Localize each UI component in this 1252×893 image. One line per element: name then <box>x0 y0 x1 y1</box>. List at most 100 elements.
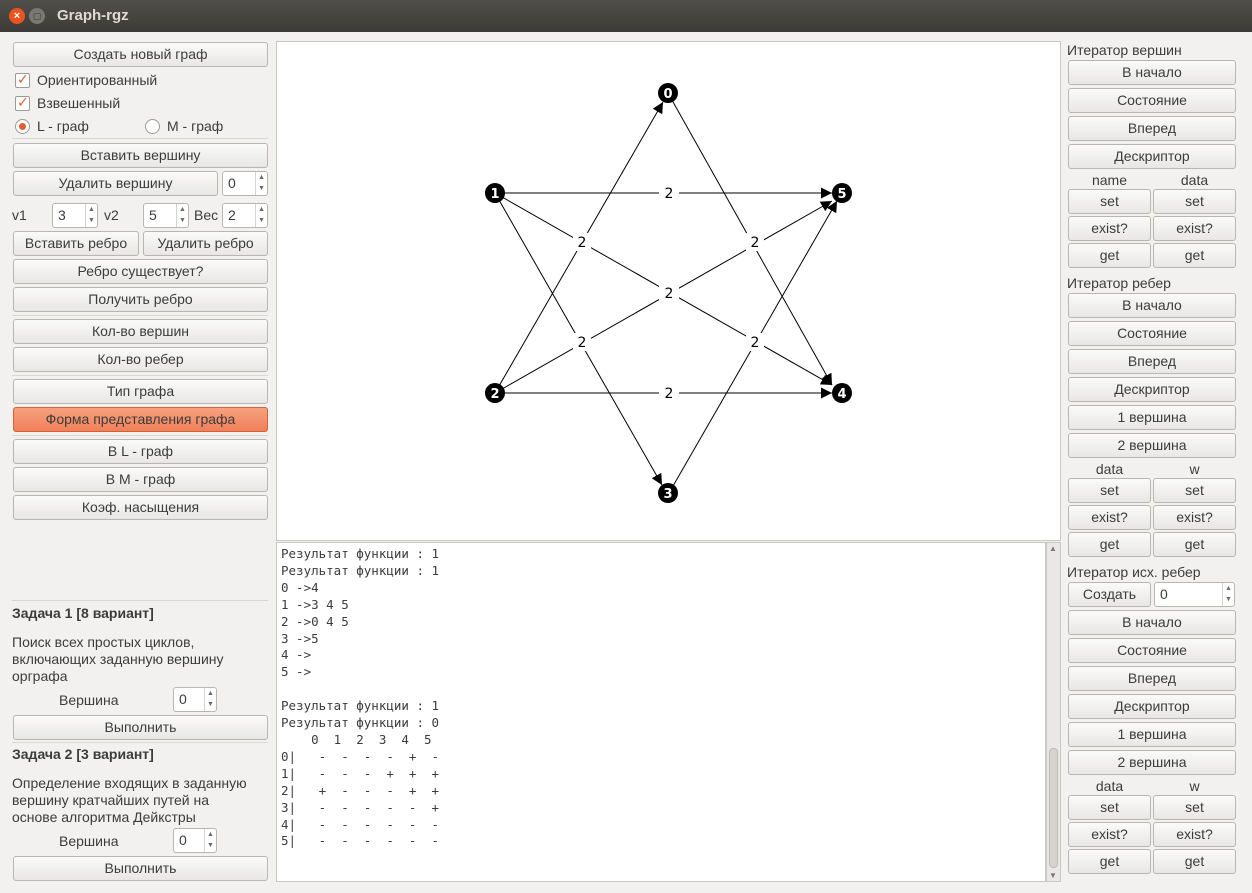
out-edge-create-spinbox[interactable]: 0 ▲ ▼ <box>1154 582 1235 607</box>
console-line: 3 ->5 <box>281 630 319 646</box>
v2-spinbox[interactable]: 5 ▲ ▼ <box>143 203 189 228</box>
scrollbar-thumb[interactable] <box>1049 748 1058 868</box>
edge-weight-label: 2 <box>665 386 674 402</box>
vertex-iter-forward-button[interactable]: Вперед <box>1068 116 1236 141</box>
output-console[interactable]: Результат функции : 1 Результат функции :… <box>276 542 1046 882</box>
v1-spinbox[interactable]: 3 ▲ ▼ <box>52 203 98 228</box>
delete-vertex-button[interactable]: Удалить вершину <box>13 171 218 196</box>
vertex-name-get-button[interactable]: get <box>1068 243 1151 268</box>
weighted-checkbox[interactable] <box>15 94 30 111</box>
directed-checkbox[interactable] <box>15 71 30 88</box>
task1-run-button[interactable]: Выполнить <box>13 715 268 740</box>
task2-vertex-spinbox[interactable]: 0 ▲ ▼ <box>173 828 217 853</box>
out-edge-data-column-label: data <box>1095 778 1124 794</box>
spin-arrows-icon[interactable]: ▲ ▼ <box>204 688 216 711</box>
out-edge-data-exist-button[interactable]: exist? <box>1068 822 1151 847</box>
edge-data-exist-button[interactable]: exist? <box>1068 505 1151 530</box>
delete-vertex-spinbox[interactable]: 0 ▲ ▼ <box>222 171 268 196</box>
out-edge-data-get-button[interactable]: get <box>1068 849 1151 874</box>
graph-canvas[interactable]: 2 2 2 2 2 2 2 0 1 2 3 4 5 <box>276 41 1061 541</box>
spin-arrows-icon[interactable]: ▲ ▼ <box>204 829 216 852</box>
close-window-button[interactable]: × <box>9 8 25 24</box>
task2-run-button[interactable]: Выполнить <box>13 856 268 881</box>
get-edge-button[interactable]: Получить ребро <box>13 287 268 312</box>
spin-arrows-icon[interactable]: ▲ ▼ <box>1222 583 1234 606</box>
task1-desc-line1: Поиск всех простых циклов, <box>12 634 195 650</box>
console-line: 2| + - - - + + <box>281 782 440 798</box>
delete-edge-button[interactable]: Удалить ребро <box>143 231 268 256</box>
separator <box>12 138 268 139</box>
vertex-iter-state-button[interactable]: Состояние <box>1068 88 1236 113</box>
out-edge-iter-descriptor-button[interactable]: Дескриптор <box>1068 694 1236 719</box>
edge-weight-label: 2 <box>578 335 587 351</box>
graph-form-button[interactable]: Форма представления графа <box>13 407 268 432</box>
to-m-graph-button[interactable]: В M - граф <box>13 467 268 492</box>
edge-iter-descriptor-button[interactable]: Дескриптор <box>1068 377 1236 402</box>
weight-spinbox[interactable]: 2 ▲ ▼ <box>222 203 268 228</box>
edge-w-get-button[interactable]: get <box>1153 532 1236 557</box>
weight-value: 2 <box>228 207 236 223</box>
out-edge-iter-forward-button[interactable]: Вперед <box>1068 666 1236 691</box>
vertex-name-set-button[interactable]: set <box>1068 189 1151 214</box>
out-edge-create-button[interactable]: Создать <box>1068 582 1151 607</box>
edge-iter-forward-button[interactable]: Вперед <box>1068 349 1236 374</box>
edge-weight-label: 2 <box>751 335 760 351</box>
vertex-data-exist-button[interactable]: exist? <box>1153 216 1236 241</box>
edge-count-button[interactable]: Кол-во ребер <box>13 347 268 372</box>
edge-w-exist-button[interactable]: exist? <box>1153 505 1236 530</box>
console-line: 0| - - - - + - <box>281 748 440 764</box>
edge-iter-vertex1-button[interactable]: 1 вершина <box>1068 405 1236 430</box>
task1-vertex-spinbox[interactable]: 0 ▲ ▼ <box>173 687 217 712</box>
edge-data-set-button[interactable]: set <box>1068 478 1151 503</box>
spin-arrows-icon[interactable]: ▲ ▼ <box>255 172 267 195</box>
spin-arrows-icon[interactable]: ▲ ▼ <box>85 204 97 227</box>
edge-w-set-button[interactable]: set <box>1153 478 1236 503</box>
vertex-name-exist-button[interactable]: exist? <box>1068 216 1151 241</box>
edge-exists-button[interactable]: Ребро существует? <box>13 259 268 284</box>
vertex-iter-descriptor-button[interactable]: Дескриптор <box>1068 144 1236 169</box>
out-edge-w-exist-button[interactable]: exist? <box>1153 822 1236 847</box>
maximize-window-button[interactable]: ▢ <box>29 8 45 24</box>
spin-arrows-icon[interactable]: ▲ ▼ <box>255 204 267 227</box>
separator <box>12 600 268 601</box>
edge-weight-label: 2 <box>751 235 760 251</box>
vertex-data-column-label: data <box>1180 172 1209 188</box>
graph-type-button[interactable]: Тип графа <box>13 379 268 404</box>
out-edge-w-set-button[interactable]: set <box>1153 795 1236 820</box>
out-edge-iter-begin-button[interactable]: В начало <box>1068 610 1236 635</box>
task1-title: Задача 1 [8 вариант] <box>12 605 154 621</box>
l-graph-radio[interactable] <box>15 119 30 134</box>
out-edge-iter-vertex2-button[interactable]: 2 вершина <box>1068 750 1236 775</box>
edge-iter-state-button[interactable]: Состояние <box>1068 321 1236 346</box>
vertex-data-set-button[interactable]: set <box>1153 189 1236 214</box>
l-graph-label: L - граф <box>37 118 89 134</box>
separator <box>12 742 268 743</box>
create-graph-button[interactable]: Создать новый граф <box>13 42 268 67</box>
scroll-up-icon[interactable]: ▲ <box>1049 544 1057 553</box>
insert-vertex-button[interactable]: Вставить вершину <box>13 143 268 168</box>
out-edge-w-get-button[interactable]: get <box>1153 849 1236 874</box>
to-l-graph-button[interactable]: В L - граф <box>13 439 268 464</box>
out-edge-iter-state-button[interactable]: Состояние <box>1068 638 1236 663</box>
edge-iter-vertex2-button[interactable]: 2 вершина <box>1068 433 1236 458</box>
console-scrollbar[interactable]: ▲ ▼ <box>1046 542 1061 882</box>
spin-arrows-icon[interactable]: ▲ ▼ <box>176 204 188 227</box>
out-edge-iter-vertex1-button[interactable]: 1 вершина <box>1068 722 1236 747</box>
separator <box>12 315 268 316</box>
task1-vertex-value: 0 <box>179 691 187 707</box>
v2-label: v2 <box>104 207 119 223</box>
console-line: 4| - - - - - - <box>281 816 440 832</box>
m-graph-label: M - граф <box>167 118 224 134</box>
insert-edge-button[interactable]: Вставить ребро <box>13 231 139 256</box>
saturation-button[interactable]: Коэф. насыщения <box>13 495 268 520</box>
task2-desc-line2: вершину кратчайших путей на <box>12 792 210 808</box>
scroll-down-icon[interactable]: ▼ <box>1049 871 1057 880</box>
vertex-data-get-button[interactable]: get <box>1153 243 1236 268</box>
m-graph-radio[interactable] <box>145 119 160 134</box>
edge-data-get-button[interactable]: get <box>1068 532 1151 557</box>
out-edge-data-set-button[interactable]: set <box>1068 795 1151 820</box>
vertex-count-button[interactable]: Кол-во вершин <box>13 319 268 344</box>
edge-iter-begin-button[interactable]: В начало <box>1068 293 1236 318</box>
vertex-iter-begin-button[interactable]: В начало <box>1068 60 1236 85</box>
console-line: 2 ->0 4 5 <box>281 613 349 629</box>
